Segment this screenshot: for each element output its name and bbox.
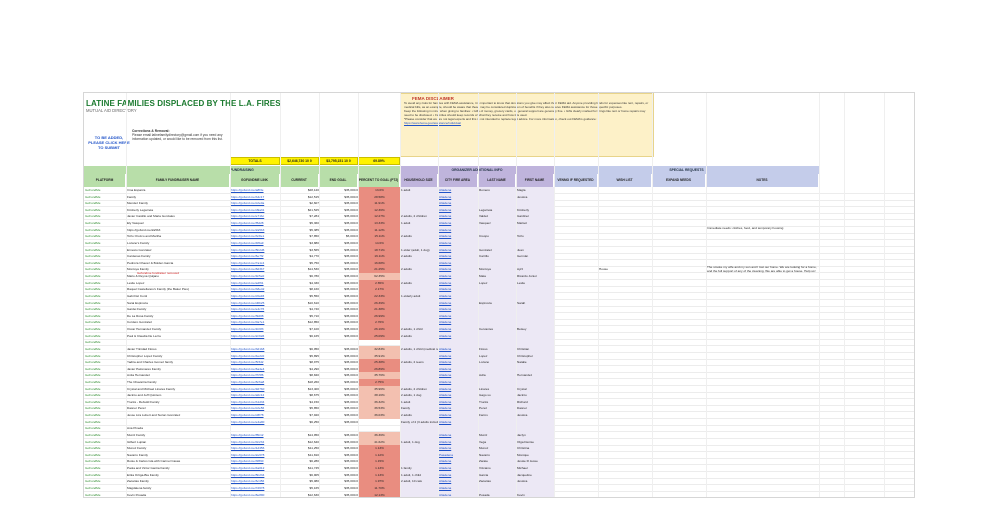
cell-cur: $12,630 — [307, 492, 319, 497]
grid-line — [358, 93, 359, 497]
cell-first: Kevin — [516, 491, 554, 497]
column-header-name[interactable]: FAMILY FUNDRAISER NAME — [126, 174, 230, 187]
fema-link[interactable]: https://www.fema.gov/assistance/individu… — [404, 121, 461, 125]
grid-line — [598, 93, 599, 497]
grid-line — [478, 93, 479, 497]
column-header-venmo[interactable]: VENMO IF REQUESTED — [554, 174, 598, 187]
grid-line — [280, 93, 281, 497]
cell-wish — [598, 492, 652, 497]
grid-line — [652, 93, 653, 497]
table-row: GoFundMe Kevin Posada https://gofund.me/8e… — [84, 491, 914, 497]
grid-line — [230, 93, 231, 497]
group-fundraising: FUNDRAISING — [84, 166, 400, 174]
column-header-first[interactable]: FIRST NAME — [516, 174, 554, 187]
grid-line — [516, 93, 517, 497]
corrections-body: Please email latinefamilydirectory@gmail… — [132, 133, 223, 141]
fema-text-3: *Please consider that we are not legal e… — [404, 118, 650, 125]
column-header-platform[interactable]: PLATFORM — [84, 174, 126, 187]
cell-notes — [706, 492, 819, 497]
sheet-subtitle: MUTUAL AID DIRECTORY — [86, 108, 137, 113]
grid-line — [844, 93, 845, 497]
group-special: SPECIAL REQUESTS — [554, 166, 819, 174]
column-header-last[interactable]: LAST NAME — [478, 174, 516, 187]
grid-line — [438, 93, 439, 497]
fema-text-1: To avoid any risks for families with FEM… — [404, 101, 649, 109]
spreadsheet: LATINE FAMILIES DISPLACED BY THE L.A. FI… — [83, 92, 915, 498]
grid-line — [554, 93, 555, 497]
grid-line — [400, 93, 401, 497]
grid-line — [706, 93, 707, 497]
column-header-goal[interactable]: END GOAL — [319, 174, 358, 187]
cell-platform: GoFundMe — [85, 492, 101, 497]
totals-percent: 69.89% — [358, 157, 400, 165]
column-header-link[interactable]: GOFUNDME LINK — [230, 174, 280, 187]
group-organizer: ORGANIZER ADDITIONAL INFO — [400, 166, 554, 174]
cell-goal: $35,000.0 — [344, 492, 358, 497]
fema-text-2: Keep the following in mind when giving t… — [404, 109, 646, 117]
grid-line — [126, 93, 127, 497]
column-header-expand[interactable]: EXPAND NEEDS — [652, 174, 706, 187]
cell-hh — [400, 491, 438, 497]
grid-line — [819, 93, 820, 497]
grid-line — [319, 93, 320, 497]
submit-link[interactable]: TO BE ADDED, PLEASE CLICK HERE TO SUBMIT — [88, 135, 130, 150]
column-header-hh[interactable]: HOUSEHOLD SIZE — [400, 174, 438, 187]
column-header-wish[interactable]: WISH LIST — [598, 174, 652, 187]
cell-last: Posada — [478, 491, 516, 497]
column-header-pct[interactable]: PERCENT TO GOAL (PT2) — [358, 174, 400, 187]
cell-pct: 12.13% — [358, 491, 400, 497]
totals-label: TOTALS — [230, 157, 280, 165]
cell-link[interactable]: https://gofund.me/8e890 — [230, 492, 280, 497]
corrections-note: Corrections & Removal: Please email lati… — [132, 129, 232, 141]
column-header-city[interactable]: CITY FIRE AREA — [438, 174, 478, 187]
sheet-title: LATINE FAMILIES DISPLACED BY THE L.A. FI… — [86, 99, 281, 108]
grid-line — [884, 93, 885, 497]
cell-city[interactable]: Altadena — [438, 491, 478, 497]
removed-note: Gofundme fundraiser removed — [137, 271, 179, 276]
column-header-cur[interactable]: CURRENT — [280, 174, 319, 187]
totals-current: $2,646,730 10 0 — [280, 157, 319, 165]
column-header-notes[interactable]: NOTES — [706, 174, 819, 187]
totals-goal: $3,795,151 10 0 — [319, 157, 358, 165]
cell-name: Kevin Posada — [127, 492, 147, 497]
